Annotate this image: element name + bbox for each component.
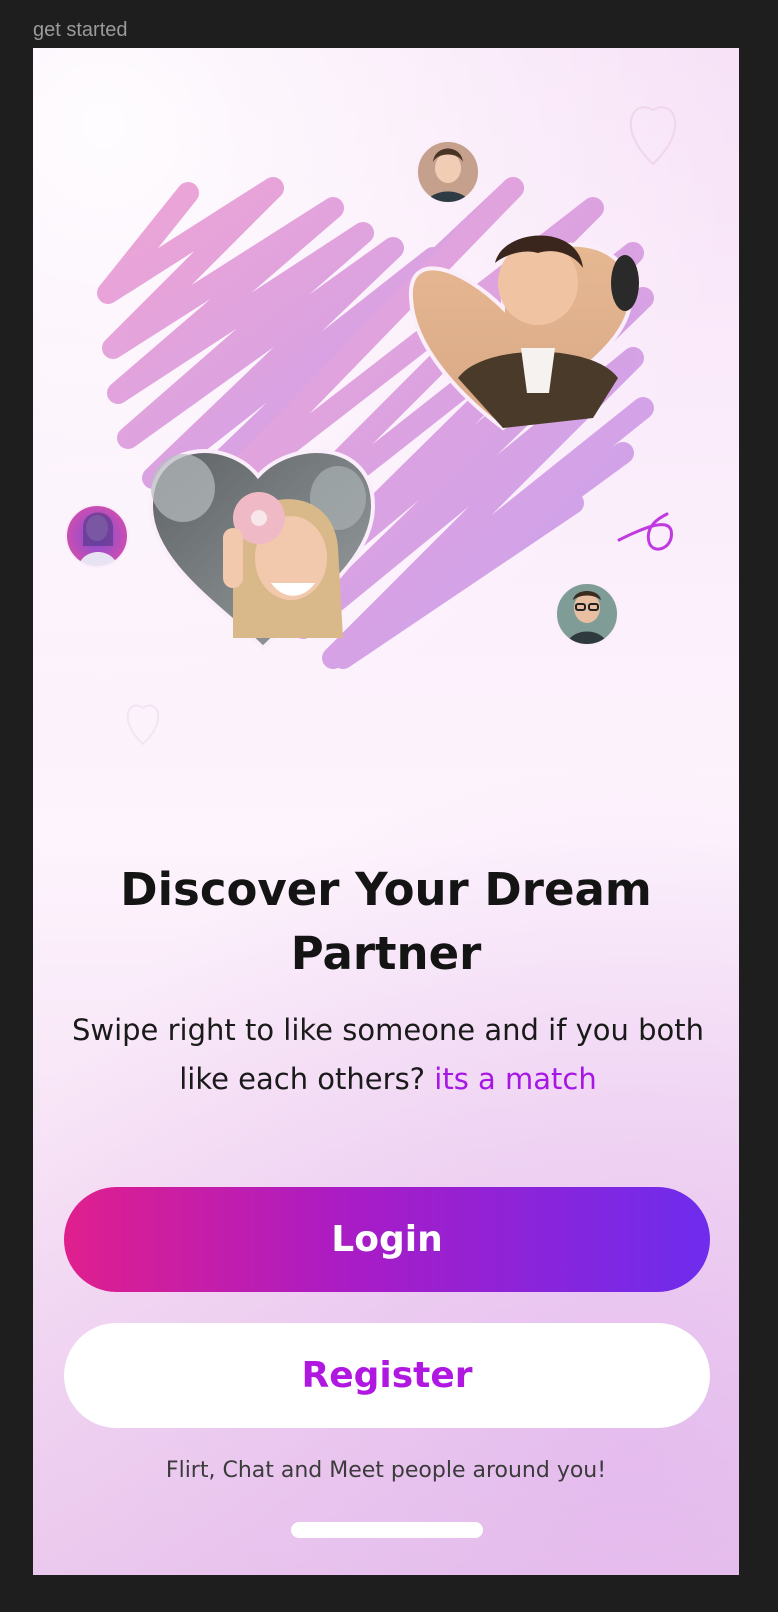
tagline: Flirt, Chat and Meet people around you! [165,1458,607,1483]
faint-heart-icon [629,106,677,166]
get-started-screen: Discover Your Dream Partner Swipe right … [33,48,739,1575]
title-line-1: Discover Your Dream [120,863,652,916]
hero-illustration [33,48,739,808]
home-indicator[interactable] [291,1522,483,1538]
frame-label: get started [33,19,128,41]
swirl-icon [617,512,673,551]
title-line-2: Partner [290,927,482,980]
woman-heart-photo [148,449,376,651]
faint-heart-icon [126,704,160,746]
subtitle-text: Swipe right to like someone and if you b… [71,1013,705,1096]
login-button[interactable]: Login [64,1187,710,1292]
subtitle-accent: its a match [434,1062,597,1096]
subtitle: Swipe right to like someone and if you b… [63,1006,713,1104]
page-title: Discover Your Dream Partner [73,858,699,986]
register-button[interactable]: Register [64,1323,710,1428]
